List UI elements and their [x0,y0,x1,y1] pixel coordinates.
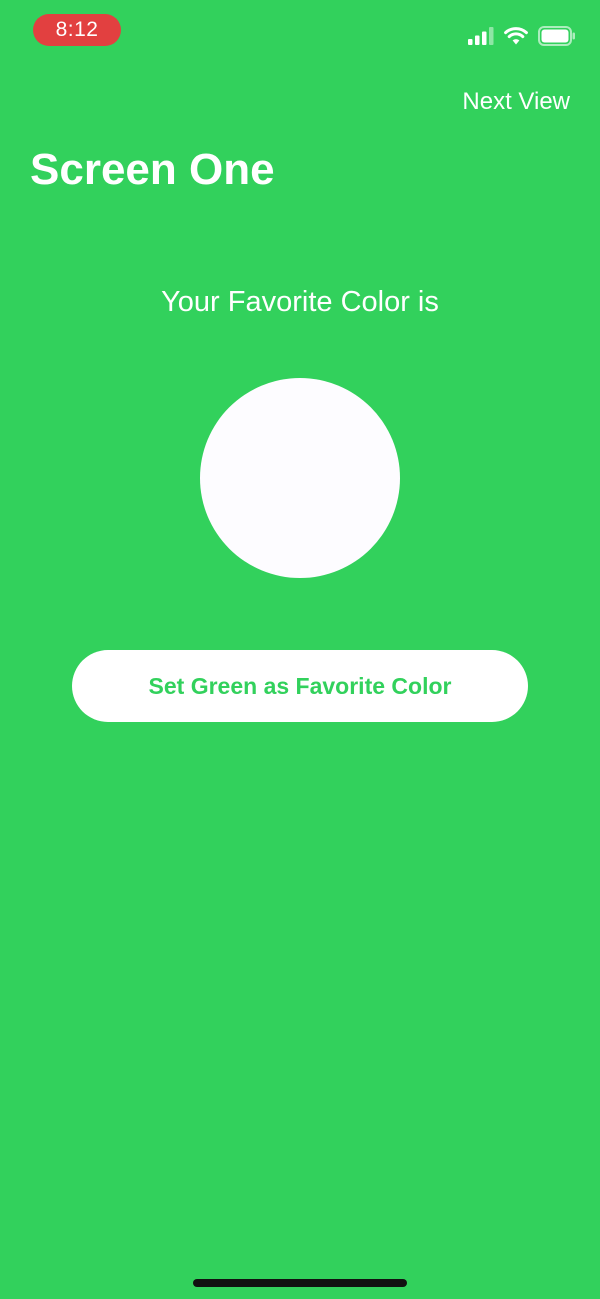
battery-icon [538,26,576,46]
favorite-color-circle [200,378,400,578]
wifi-icon [504,27,528,45]
home-indicator [193,1279,407,1287]
next-view-button[interactable]: Next View [462,86,570,118]
cellular-signal-icon [468,27,494,45]
set-green-favorite-button[interactable]: Set Green as Favorite Color [72,650,528,722]
page-title: Screen One [30,145,275,194]
favorite-color-label: Your Favorite Color is [161,286,439,318]
status-time: 8:12 [33,14,121,46]
status-icons [468,24,576,48]
app-screen: 8:12 Next View Screen One Your Favorite … [0,0,600,1299]
